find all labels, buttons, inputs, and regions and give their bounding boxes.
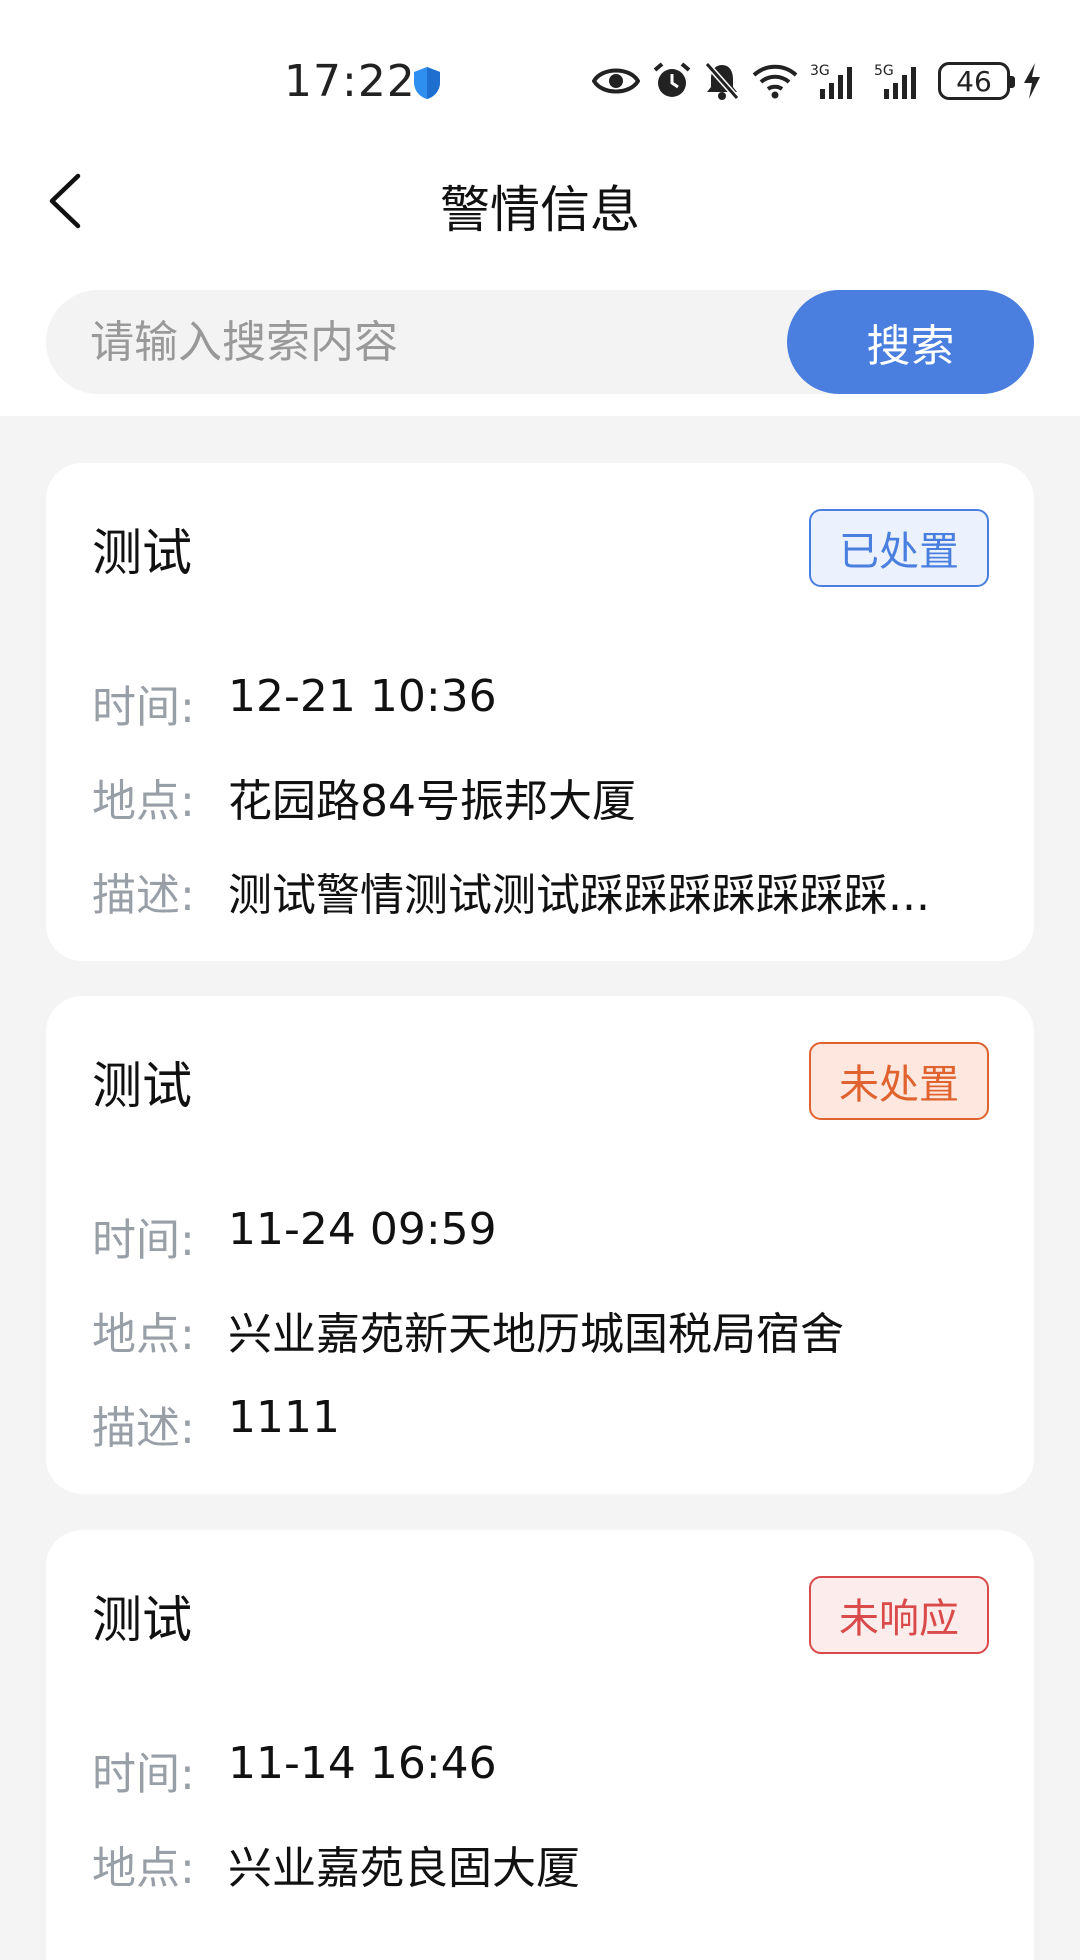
description-value: 测试警情测试测试踩踩踩踩踩踩踩...: [228, 870, 930, 921]
alert-card[interactable]: 测试 未响应 时间: 11-14 16:46 地点: 兴业嘉苑良固大厦: [46, 1530, 1034, 1960]
alert-card[interactable]: 测试 未处置 时间: 11-24 09:59 地点: 兴业嘉苑新天地历城国税局宿…: [46, 996, 1034, 1494]
charging-icon: [1024, 63, 1040, 99]
time-row: 时间: 11-14 16:46: [92, 1738, 497, 1802]
status-icons: 3G 5G 46: [592, 58, 1042, 104]
alert-card[interactable]: 测试 已处置 时间: 12-21 10:36 地点: 花园路84号振邦大厦 描述…: [46, 463, 1034, 961]
time-value: 11-24 09:59: [228, 1204, 497, 1255]
status-badge: 未处置: [809, 1042, 989, 1120]
location-label: 地点:: [92, 776, 195, 827]
location-value: 花园路84号振邦大厦: [228, 776, 636, 827]
battery-icon: 46: [938, 62, 1015, 100]
header: 警情信息: [0, 140, 1080, 260]
search-button[interactable]: 搜索: [787, 290, 1034, 394]
alarm-icon: [653, 62, 691, 97]
location-row: 地点: 兴业嘉苑新天地历城国税局宿舍: [92, 1298, 844, 1362]
time-row: 时间: 11-24 09:59: [92, 1204, 497, 1268]
alert-title: 测试: [92, 1591, 192, 1649]
svg-text:5G: 5G: [874, 63, 894, 79]
time-label: 时间:: [92, 1215, 195, 1266]
location-row: 地点: 花园路84号振邦大厦: [92, 765, 636, 829]
location-label: 地点:: [92, 1843, 195, 1894]
signal-3g-icon: 3G: [810, 63, 852, 99]
description-label: 描述:: [92, 870, 195, 921]
location-row: 地点: 兴业嘉苑良固大厦: [92, 1832, 580, 1896]
svg-text:3G: 3G: [810, 63, 830, 79]
status-bar: 17:22 3G 5G 46: [0, 0, 1080, 120]
location-value: 兴业嘉苑新天地历城国税局宿舍: [228, 1309, 844, 1360]
bell-off-icon: [704, 62, 740, 100]
location-label: 地点:: [92, 1309, 195, 1360]
status-badge: 未响应: [809, 1576, 989, 1654]
time-row: 时间: 12-21 10:36: [92, 671, 497, 735]
description-row: 描述: 测试警情测试测试踩踩踩踩踩踩踩...: [92, 859, 930, 923]
time-label: 时间:: [92, 682, 195, 733]
description-value: 1111: [228, 1392, 340, 1443]
alert-title: 测试: [92, 1057, 192, 1115]
time-value: 11-14 16:46: [228, 1738, 497, 1789]
battery-level: 46: [956, 64, 992, 98]
status-badge: 已处置: [809, 509, 989, 587]
status-time: 17:22: [284, 56, 416, 107]
location-value: 兴业嘉苑良固大厦: [228, 1843, 580, 1894]
description-label: 描述:: [92, 1403, 195, 1454]
eye-icon: [592, 68, 640, 94]
search-input[interactable]: [90, 290, 790, 394]
time-label: 时间:: [92, 1749, 195, 1800]
time-value: 12-21 10:36: [228, 671, 497, 722]
signal-5g-icon: 5G: [874, 63, 916, 99]
shield-icon: [414, 67, 440, 99]
alert-title: 测试: [92, 524, 192, 582]
wifi-icon: [752, 64, 798, 99]
description-row: 描述: 1111: [92, 1392, 340, 1456]
page-title: 警情信息: [440, 181, 640, 239]
